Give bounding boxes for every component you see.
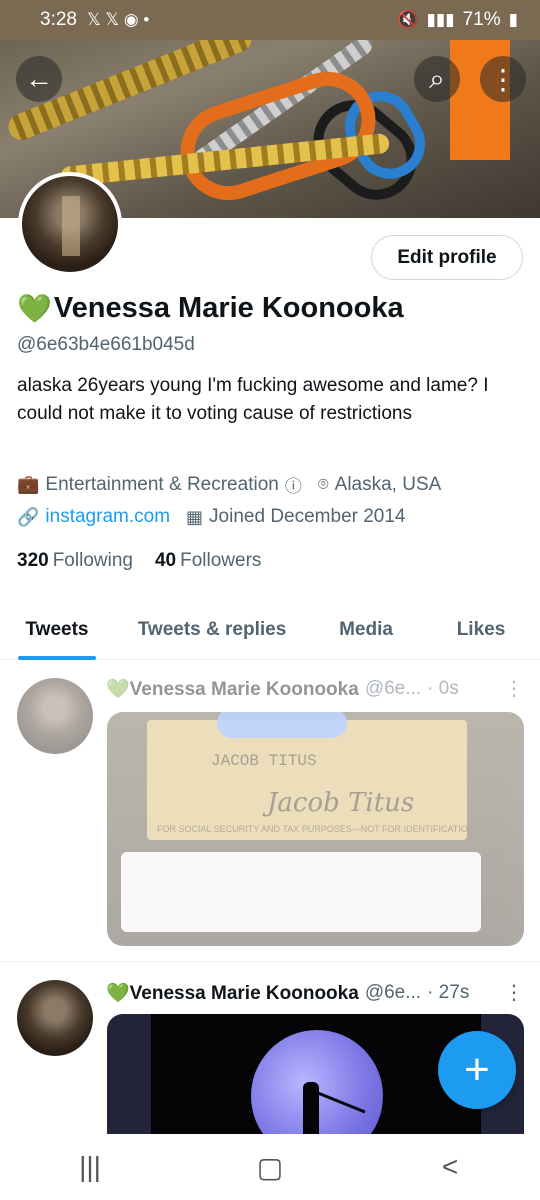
- profile-category: Entertainment & Recreation: [45, 473, 279, 495]
- tweet-timestamp: · 0s: [427, 677, 459, 699]
- profile-name: 💚 Venessa Marie Koonooka: [17, 292, 404, 325]
- notification-icons: 𝕏 𝕏 ◉ •: [86, 10, 150, 29]
- tweet-item[interactable]: 💚Venessa Marie Koonooka @6e... · 0s ⋮ JA…: [0, 662, 540, 962]
- profile-display-name: Venessa Marie Koonooka: [53, 292, 404, 324]
- followers-label: Followers: [180, 550, 262, 571]
- mute-icon: 🔇: [397, 10, 419, 29]
- briefcase-icon: 💼: [17, 474, 40, 494]
- recents-icon[interactable]: |||: [50, 1151, 130, 1183]
- following-link[interactable]: 320 Following: [17, 550, 133, 572]
- system-nav-bar: ||| ▢ <: [0, 1134, 540, 1200]
- location-pin-icon: ⌾: [317, 474, 329, 494]
- signal-icon: ▮▮▮: [426, 10, 455, 29]
- samurai-silhouette: [303, 1082, 319, 1134]
- search-icon[interactable]: ⌕: [414, 56, 460, 102]
- back-arrow-icon[interactable]: ←: [16, 56, 62, 102]
- tweet-timestamp: · 27s: [427, 981, 470, 1003]
- status-time: 3:28: [40, 9, 77, 30]
- compose-tweet-button[interactable]: +: [438, 1031, 516, 1109]
- profile-meta-row-1: 💼 Entertainment & Recreation ⓘ ⌾ Alaska,…: [17, 472, 441, 497]
- profile-handle: @6e63b4e661b045d: [17, 334, 195, 355]
- following-count: 320: [17, 550, 49, 571]
- battery-percent: 71%: [462, 9, 501, 30]
- profile-website-link[interactable]: instagram.com: [45, 506, 170, 528]
- tab-tweets[interactable]: Tweets: [0, 600, 114, 660]
- tweet-author-name: 💚Venessa Marie Koonooka: [106, 678, 359, 700]
- tweet-more-icon[interactable]: ⋮: [504, 676, 524, 701]
- tweet-avatar[interactable]: [17, 980, 93, 1056]
- battery-icon: ▮: [508, 10, 518, 29]
- card-name-text: JACOB TITUS: [211, 752, 317, 770]
- profile-bio: alaska 26years young I'm fucking awesome…: [17, 375, 489, 424]
- redaction-blob: [217, 712, 347, 738]
- card-footer-text: FOR SOCIAL SECURITY AND TAX PURPOSES—NOT…: [157, 824, 475, 834]
- follow-stats: 320 Following 40 Followers: [17, 550, 261, 572]
- profile-avatar[interactable]: [18, 172, 122, 276]
- more-vertical-icon[interactable]: ⋮: [480, 56, 526, 102]
- tweet-more-icon[interactable]: ⋮: [504, 980, 524, 1005]
- link-icon: 🔗: [17, 506, 40, 527]
- followers-count: 40: [154, 550, 177, 571]
- profile-joined: Joined December 2014: [209, 506, 406, 527]
- tab-media[interactable]: Media: [310, 600, 422, 660]
- system-back-icon[interactable]: <: [410, 1151, 490, 1183]
- profile-tabs: Tweets Tweets & replies Media Likes: [0, 600, 540, 660]
- card-signature-text: Jacob Titus: [267, 788, 415, 818]
- tweet-header: 💚Venessa Marie Koonooka @6e... · 27s ⋮: [106, 980, 524, 1005]
- green-heart-icon: 💚: [17, 293, 52, 324]
- home-icon[interactable]: ▢: [230, 1151, 310, 1184]
- white-surface: [121, 852, 481, 932]
- tweet-avatar[interactable]: [17, 678, 93, 754]
- tweet-header: 💚Venessa Marie Koonooka @6e... · 0s ⋮: [106, 676, 524, 701]
- tweet-author-name: 💚Venessa Marie Koonooka: [106, 982, 359, 1004]
- tweet-author-handle: @6e...: [364, 677, 422, 699]
- tweet-media-image[interactable]: JACOB TITUS Jacob Titus FOR SOCIAL SECUR…: [107, 712, 524, 946]
- calendar-icon: ▦: [186, 506, 204, 527]
- tweet-author-handle: @6e...: [364, 981, 422, 1003]
- status-bar: 3:28 𝕏 𝕏 ◉ • 🔇 ▮▮▮ 71% ▮: [0, 0, 540, 40]
- tab-likes[interactable]: Likes: [422, 600, 540, 660]
- social-security-card: JACOB TITUS Jacob Titus FOR SOCIAL SECUR…: [147, 720, 474, 840]
- profile-location: Alaska, USA: [334, 473, 442, 495]
- edit-profile-button[interactable]: Edit profile: [371, 235, 523, 280]
- followers-link[interactable]: 40 Followers: [155, 550, 261, 572]
- tab-tweets-replies[interactable]: Tweets & replies: [114, 600, 310, 660]
- info-icon[interactable]: ⓘ: [285, 472, 302, 497]
- profile-meta-row-2: 🔗 instagram.com ▦ Joined December 2014: [17, 506, 406, 528]
- following-label: Following: [52, 550, 133, 571]
